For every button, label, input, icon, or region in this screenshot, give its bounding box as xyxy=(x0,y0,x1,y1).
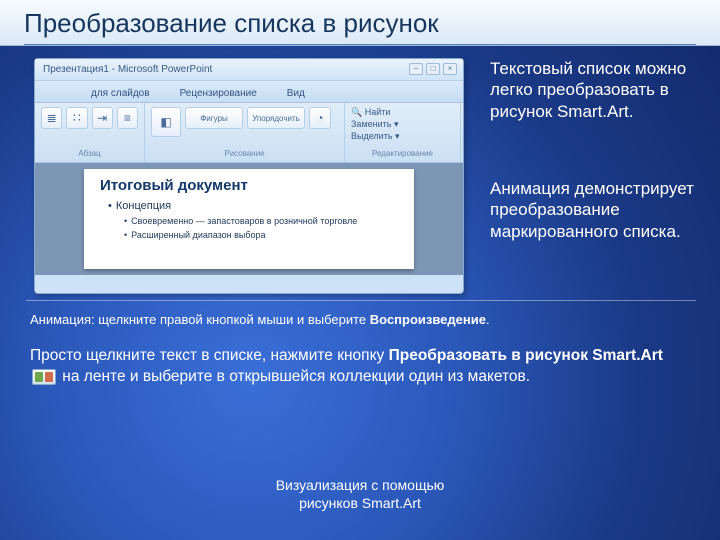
bullet-level2-a: Своевременно — запастоваров в розничной … xyxy=(124,216,398,226)
arrange-button[interactable]: Упорядочить xyxy=(247,107,305,129)
body-bold: Преобразовать в рисунок Smart.Art xyxy=(389,347,663,364)
slide-heading: Итоговый документ xyxy=(100,177,398,194)
tab-slides[interactable]: для слайдов xyxy=(85,85,156,102)
footer: Визуализация с помощью рисунков Smart.Ar… xyxy=(0,477,720,512)
group-label-drawing: Рисование xyxy=(151,149,338,158)
close-icon[interactable]: × xyxy=(443,63,457,75)
title-rule xyxy=(24,44,696,45)
tab-view[interactable]: Вид xyxy=(281,85,311,102)
anim-bold: Воспроизведение xyxy=(370,312,486,327)
body-a: Просто щелкните текст в списке, нажмите … xyxy=(30,347,389,364)
find-button[interactable]: 🔍 Найти xyxy=(351,107,454,118)
ribbon-tabs: для слайдов Рецензирование Вид xyxy=(35,81,463,103)
maximize-icon[interactable]: □ xyxy=(426,63,440,75)
replace-button[interactable]: Заменить ▾ xyxy=(351,119,454,130)
align-icon[interactable]: ≡ xyxy=(117,107,138,129)
side-text-1: Текстовый список можно легко преобразова… xyxy=(490,58,700,122)
smartart-button-icon xyxy=(32,369,56,385)
shapes-button[interactable]: ◧ xyxy=(151,107,181,137)
ribbon-group-paragraph: ≣ ∷ ⇥ ≡ Абзац xyxy=(35,103,145,162)
side-text-2: Анимация демонстрирует преобразование ма… xyxy=(490,178,700,242)
select-button[interactable]: Выделить ▾ xyxy=(351,131,454,142)
numbering-icon[interactable]: ∷ xyxy=(66,107,87,129)
group-label-paragraph: Абзац xyxy=(41,149,138,158)
animation-hint: Анимация: щелкните правой кнопкой мыши и… xyxy=(30,312,490,327)
indent-icon[interactable]: ⇥ xyxy=(92,107,113,129)
group-label-editing: Редактирование xyxy=(351,149,454,158)
window-controls: – □ × xyxy=(409,63,457,75)
body-c: на ленте и выберите в открывшейся коллек… xyxy=(58,368,530,385)
ribbon-group-drawing: ◧ Фигуры Упорядочить ◔ Рисование xyxy=(145,103,345,162)
bullet-level1: Концепция xyxy=(108,200,398,212)
body-text: Просто щелкните текст в списке, нажмите … xyxy=(30,346,690,388)
slide-title: Преобразование списка в рисунок xyxy=(24,8,439,39)
footer-line2: рисунков Smart.Art xyxy=(0,495,720,513)
window-titlebar: Презентация1 - Microsoft PowerPoint – □ … xyxy=(35,59,463,81)
slide-canvas: Итоговый документ Концепция Своевременно… xyxy=(35,163,463,275)
tab-review[interactable]: Рецензирование xyxy=(174,85,263,102)
anim-prefix: Анимация: щелкните правой кнопкой мыши и… xyxy=(30,312,370,327)
window-title-text: Презентация1 - Microsoft PowerPoint xyxy=(43,64,212,75)
bullets-icon[interactable]: ≣ xyxy=(41,107,62,129)
bullet-level2-b: Расширенный диапазон выбора xyxy=(124,230,398,240)
ribbon: ≣ ∷ ⇥ ≡ Абзац ◧ Фигуры Упорядочить ◔ Рис… xyxy=(35,103,463,163)
divider xyxy=(26,300,696,301)
ribbon-group-editing: 🔍 Найти Заменить ▾ Выделить ▾ Редактиров… xyxy=(345,103,461,162)
slide-preview: Итоговый документ Концепция Своевременно… xyxy=(84,169,414,269)
minimize-icon[interactable]: – xyxy=(409,63,423,75)
anim-suffix: . xyxy=(486,312,490,327)
shapes-label-button[interactable]: Фигуры xyxy=(185,107,243,129)
powerpoint-screenshot: Презентация1 - Microsoft PowerPoint – □ … xyxy=(34,58,464,294)
footer-line1: Визуализация с помощью xyxy=(0,477,720,495)
styles-icon[interactable]: ◔ xyxy=(309,107,331,129)
